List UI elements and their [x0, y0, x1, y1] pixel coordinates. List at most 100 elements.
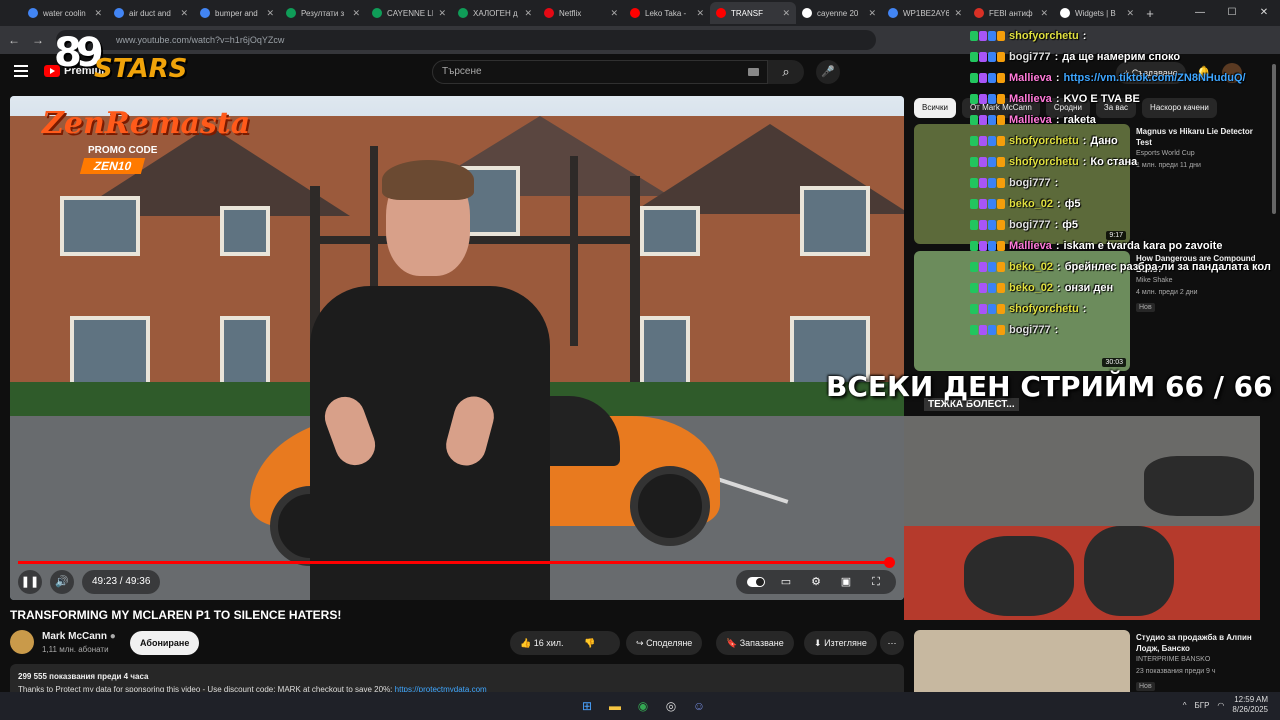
browser-tab[interactable]: ХАЛОГЕН д ✕: [452, 2, 538, 24]
tab-favicon-icon: [200, 8, 210, 18]
page-scrollbar[interactable]: [1270, 54, 1278, 692]
new-tab-icon[interactable]: +: [1140, 6, 1160, 21]
share-button[interactable]: ↪ Споделяне: [626, 631, 703, 655]
close-window-icon[interactable]: ✕: [1248, 0, 1280, 26]
recommended-title[interactable]: Magnus vs Hikaru Lie Detector Test: [1136, 126, 1264, 148]
tab-close-icon[interactable]: ✕: [524, 8, 532, 19]
bookmark-icon: 🔖: [726, 638, 738, 648]
download-button[interactable]: ⬇ Изтегляне: [804, 631, 877, 655]
recommended-title[interactable]: Студио за продажба в Алпин Лодж, Банско: [1136, 632, 1264, 654]
back-icon[interactable]: ←: [8, 33, 20, 47]
chat-username: bogi777: [1009, 177, 1051, 189]
dislike-button[interactable]: 👎: [584, 638, 595, 648]
voice-search-button[interactable]: 🎤: [816, 60, 840, 84]
autoplay-toggle[interactable]: [744, 570, 768, 594]
browser-tab[interactable]: Резултати з ✕: [280, 2, 366, 24]
channel-name[interactable]: Mark McCann ●: [42, 631, 116, 642]
browser-tab[interactable]: bumper and ✕: [194, 2, 280, 24]
video-player[interactable]: ZenRemasta PROMO CODE ZEN10 ❚❚ 🔊 49:23 /…: [10, 96, 904, 600]
tab-close-icon[interactable]: ✕: [696, 8, 704, 19]
browser-tab[interactable]: cayenne 20 ✕: [796, 2, 882, 24]
hamburger-menu-icon[interactable]: [14, 65, 28, 77]
wifi-icon[interactable]: ◠: [1217, 701, 1224, 710]
file-explorer-icon[interactable]: ▬: [604, 695, 626, 717]
chat-badges-icon: [970, 304, 1005, 314]
tab-favicon-icon: [28, 8, 38, 18]
search-input[interactable]: Търсене: [432, 60, 768, 84]
video-progress-bar[interactable]: [18, 557, 896, 568]
channel-avatar[interactable]: [10, 630, 34, 654]
tab-close-icon[interactable]: ✕: [868, 8, 876, 19]
tab-title: ХАЛОГЕН д: [473, 8, 518, 18]
chat-badges-icon: [970, 31, 1005, 41]
tab-close-icon[interactable]: ✕: [1040, 8, 1048, 19]
tab-close-icon[interactable]: ✕: [94, 8, 102, 19]
maximize-icon[interactable]: ☐: [1216, 0, 1248, 26]
discord-icon[interactable]: ☺: [688, 695, 710, 717]
search-button[interactable]: ⌕: [768, 60, 804, 84]
language-indicator[interactable]: БГР: [1195, 701, 1210, 710]
browser-tab[interactable]: water coolin ✕: [22, 2, 108, 24]
chat-username: bogi777: [1009, 51, 1051, 63]
browser-tab[interactable]: Widgets | B ✕: [1054, 2, 1140, 24]
filter-chip[interactable]: Всички: [914, 98, 956, 118]
chat-message: shofyorchetu: Дано: [970, 135, 1118, 147]
chrome-icon[interactable]: ◉: [632, 695, 654, 717]
tab-close-icon[interactable]: ✕: [266, 8, 274, 19]
browser-tab[interactable]: CAYENNE LI ✕: [366, 2, 452, 24]
settings-gear-icon[interactable]: ⚙: [804, 570, 828, 594]
browser-tab[interactable]: FEBI антиф ✕: [968, 2, 1054, 24]
tab-close-icon[interactable]: ✕: [352, 8, 360, 19]
chat-message: Mallieva: raketa: [970, 114, 1096, 126]
tab-close-icon[interactable]: ✕: [610, 8, 618, 19]
save-button[interactable]: 🔖 Запазване: [716, 631, 794, 655]
browser-tab[interactable]: Netflix ✕: [538, 2, 624, 24]
overlay-logo-word: STARS: [94, 54, 188, 84]
miniplayer-icon[interactable]: ▣: [834, 570, 858, 594]
chat-text: https://vm.tiktok.com/ZN8NHuduQ/: [1063, 72, 1246, 84]
tab-close-icon[interactable]: ✕: [180, 8, 188, 19]
fullscreen-icon[interactable]: ⛶: [864, 570, 888, 594]
minimize-icon[interactable]: —: [1184, 0, 1216, 26]
filter-chip[interactable]: Наскоро качени: [1142, 98, 1217, 118]
browser-tab[interactable]: TRANSF ✕: [710, 2, 796, 24]
tab-favicon-icon: [630, 8, 640, 18]
chat-text: ф5: [1064, 198, 1081, 210]
chat-username: bogi777: [1009, 324, 1051, 336]
volume-button[interactable]: 🔊: [50, 570, 74, 594]
new-badge: Нов: [1136, 682, 1155, 691]
forward-icon[interactable]: →: [32, 33, 44, 47]
steam-icon[interactable]: ◎: [660, 695, 682, 717]
recommended-meta: 1 млн. преди 11 дни: [1136, 162, 1201, 169]
recommended-channel[interactable]: Mike Shake: [1136, 277, 1173, 284]
tab-close-icon[interactable]: ✕: [954, 8, 962, 19]
keyboard-icon[interactable]: [748, 68, 759, 76]
subtitles-icon[interactable]: ▭: [774, 570, 798, 594]
tab-title: WP1BE2AY6: [903, 8, 950, 18]
chat-badges-icon: [970, 115, 1005, 125]
subscribe-button[interactable]: Абониране: [130, 631, 200, 655]
browser-tab[interactable]: Leko Taka - ✕: [624, 2, 710, 24]
tab-close-icon[interactable]: ✕: [438, 8, 446, 19]
tab-close-icon[interactable]: ✕: [1126, 8, 1134, 19]
tab-close-icon[interactable]: ✕: [782, 8, 790, 19]
subscriber-count: 1,11 млн. абонати: [42, 645, 109, 654]
recommended-channel[interactable]: Esports World Cup: [1136, 150, 1195, 157]
browser-tab[interactable]: air duct and ✕: [108, 2, 194, 24]
browser-tab[interactable]: WP1BE2AY6 ✕: [882, 2, 968, 24]
clock[interactable]: 12:59 AM 8/26/2025: [1232, 695, 1268, 715]
windows-start-icon[interactable]: ⊞: [576, 695, 598, 717]
tab-title: Netflix: [559, 8, 582, 18]
recommended-channel[interactable]: INTERPRIME BANSKO: [1136, 656, 1210, 663]
tab-favicon-icon: [286, 8, 296, 18]
like-button[interactable]: 👍 16 хил.: [520, 638, 564, 648]
chat-text: ф5: [1062, 219, 1078, 231]
more-actions-button[interactable]: ⋯: [880, 631, 904, 655]
chat-badges-icon: [970, 52, 1005, 62]
tab-favicon-icon: [544, 8, 554, 18]
chat-username: shofyorchetu: [1009, 30, 1079, 42]
pause-button[interactable]: ❚❚: [18, 570, 42, 594]
chat-text: Дано: [1090, 135, 1118, 147]
tray-chevron-icon[interactable]: ^: [1183, 701, 1187, 710]
chat-username: shofyorchetu: [1009, 303, 1079, 315]
